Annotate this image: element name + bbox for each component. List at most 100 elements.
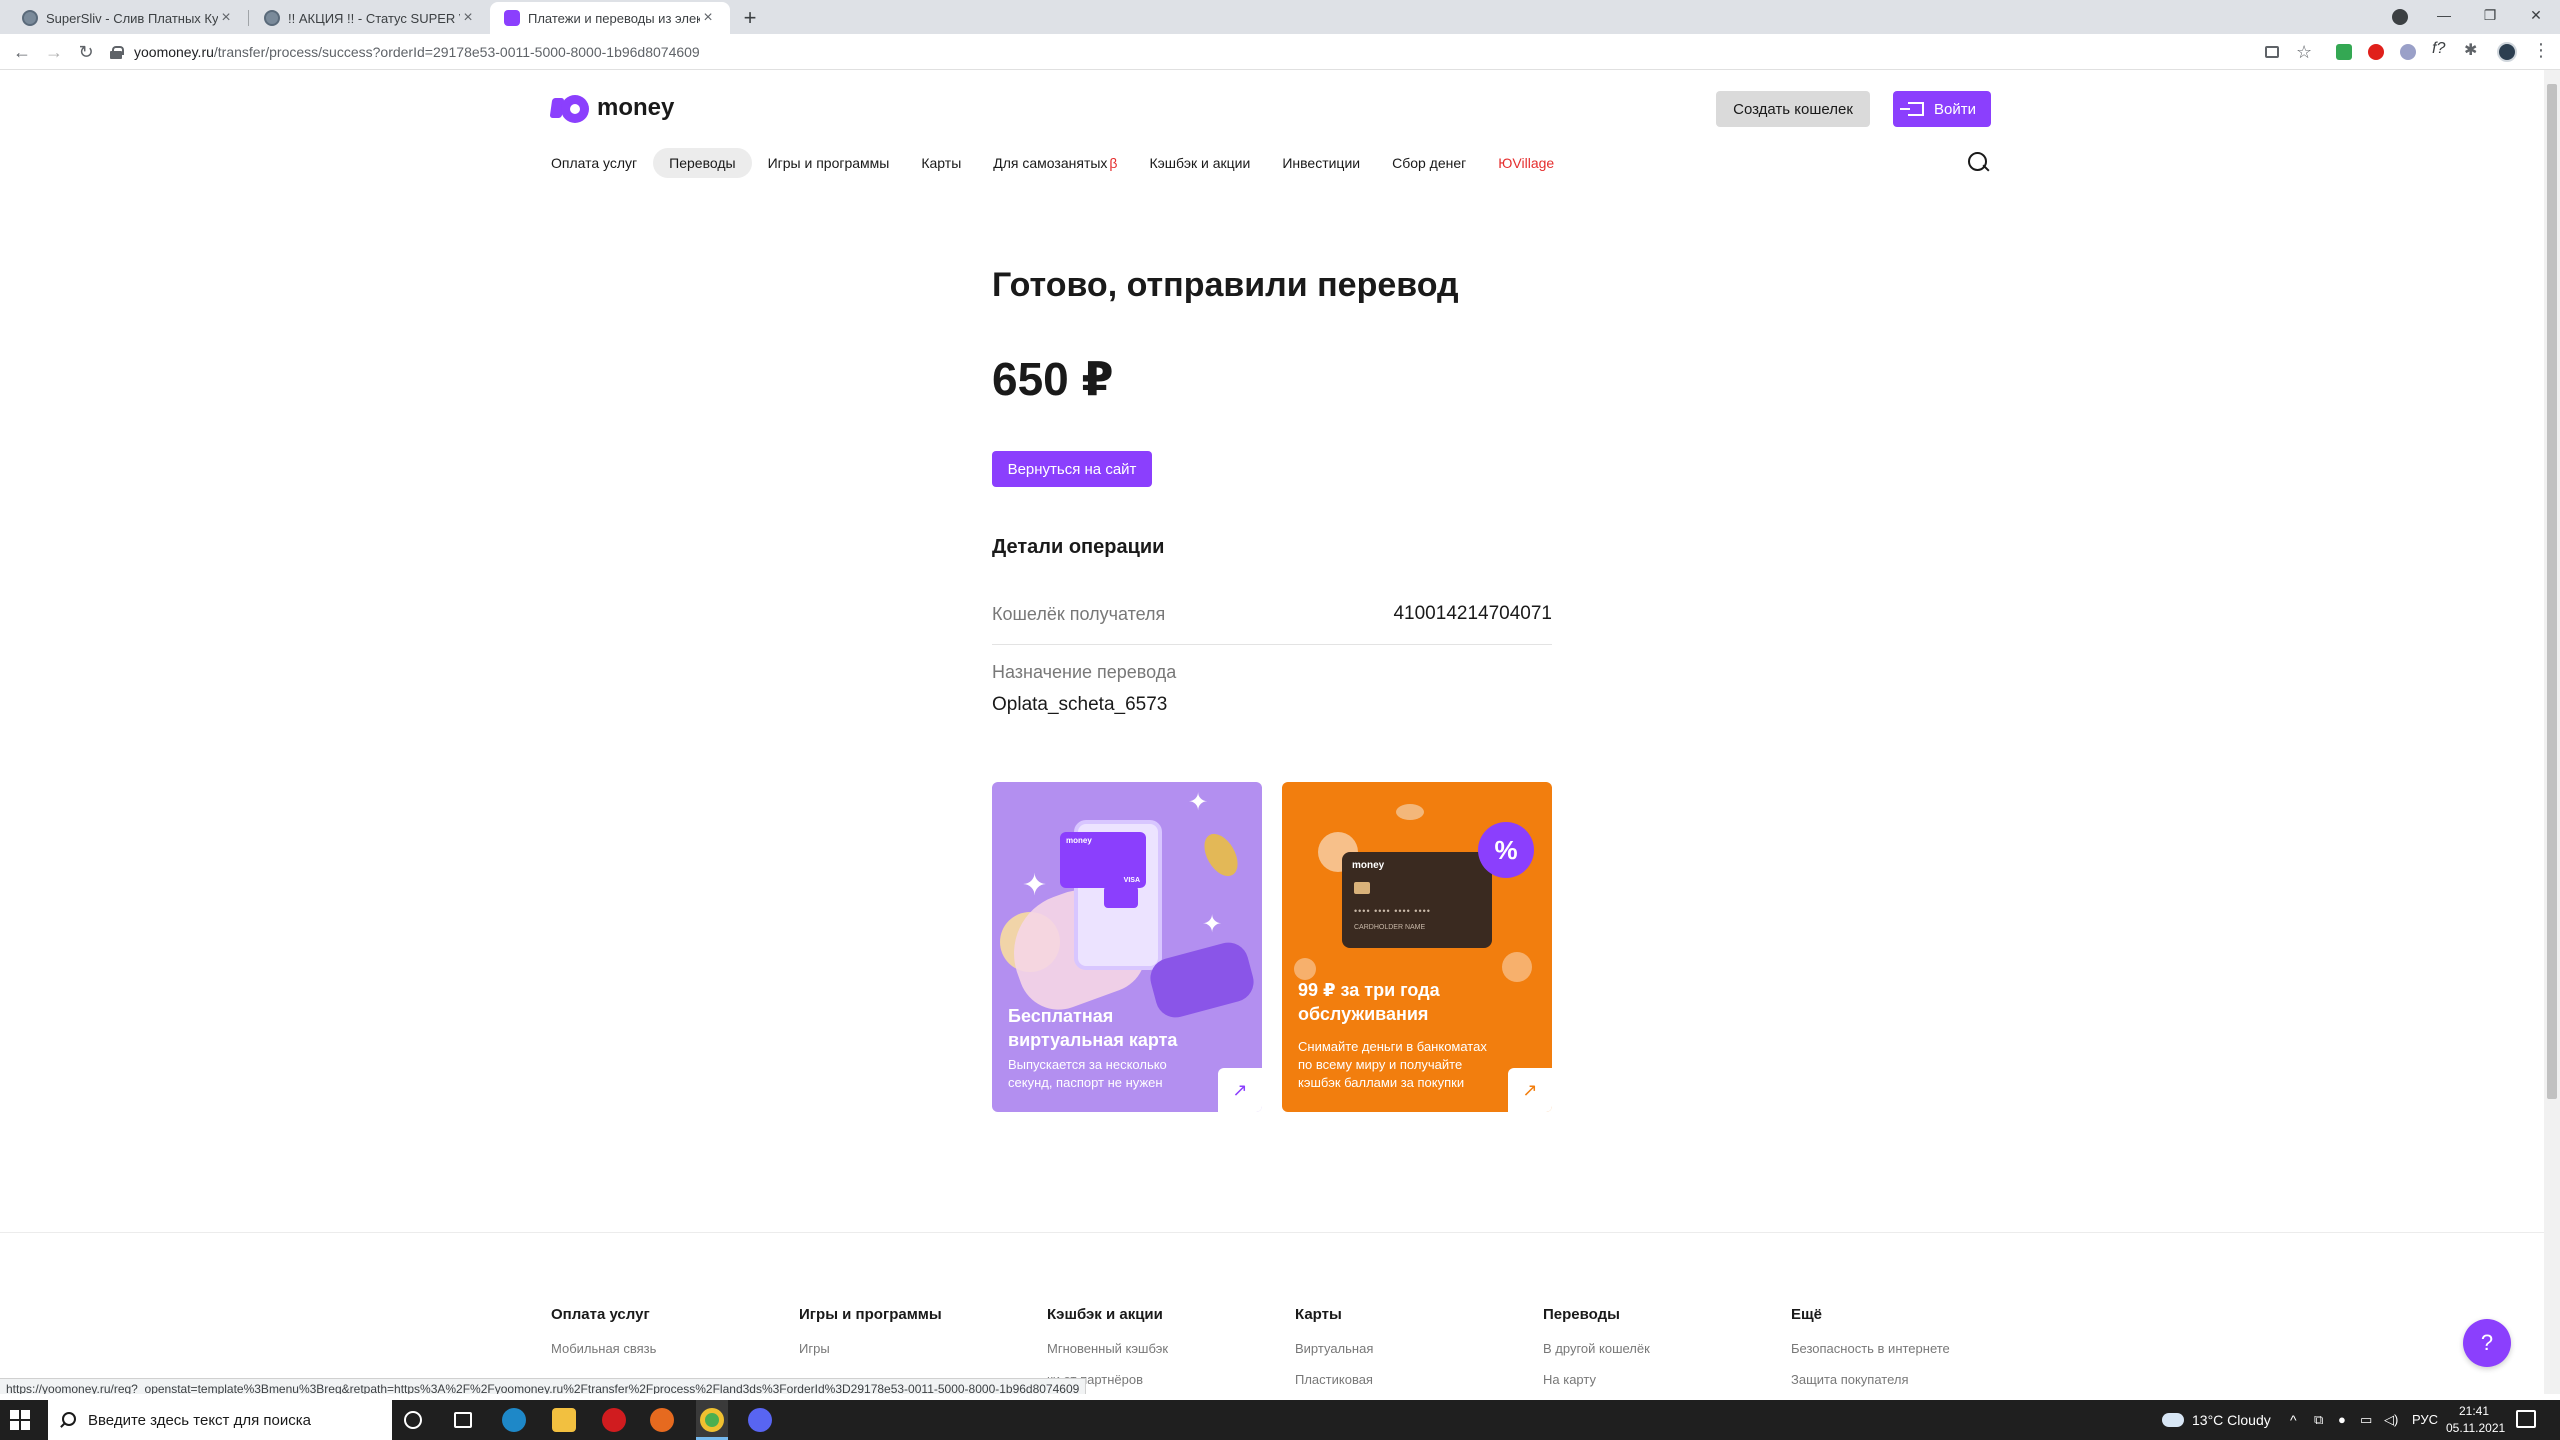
nav-item-payments[interactable]: Оплата услуг [551, 148, 653, 178]
footer-link[interactable]: Виртуальная [1295, 1341, 1373, 1356]
yoomoney-logo[interactable]: money [549, 94, 674, 123]
nav-item-games[interactable]: Игры и программы [752, 148, 906, 178]
forward-arrow-icon[interactable]: → [42, 40, 66, 64]
nav-item-investments[interactable]: Инвестиции [1266, 148, 1376, 178]
nav-item-cards[interactable]: Карты [905, 148, 977, 178]
footer-column: Карты Виртуальная Пластиковая [1295, 1306, 1373, 1387]
login-button[interactable]: Войти [1893, 91, 1991, 127]
nav-item-cashback[interactable]: Кэшбэк и акции [1133, 148, 1266, 178]
profile-avatar[interactable] [2497, 42, 2517, 62]
footer-heading[interactable]: Игры и программы [799, 1306, 942, 1323]
star-icon[interactable]: ☆ [2296, 42, 2312, 62]
windows-start-icon[interactable] [10, 1410, 30, 1430]
display-icon[interactable]: ▭ [2360, 1412, 2372, 1428]
chrome-icon[interactable] [700, 1408, 724, 1432]
footer-heading[interactable]: Карты [1295, 1306, 1373, 1323]
notification-icon[interactable] [2516, 1410, 2536, 1428]
lock-icon [110, 46, 124, 59]
address-bar[interactable]: yoomoney.ru/transfer/process/success?ord… [110, 38, 2310, 66]
nav-item-fundraising[interactable]: Сбор денег [1376, 148, 1482, 178]
globe-icon [22, 10, 38, 26]
task-view-icon[interactable] [454, 1412, 472, 1428]
footer-heading[interactable]: Ещё [1791, 1306, 1950, 1323]
edge-icon[interactable] [502, 1408, 526, 1432]
chevron-up-icon[interactable]: ^ [2290, 1412, 2297, 1428]
arrow-up-right-icon[interactable]: ↗ [1218, 1068, 1262, 1112]
scrollbar-thumb[interactable] [2547, 84, 2557, 1099]
promo-card-virtual[interactable]: money VISA ✦ ✦ ✦ Бесплатная виртуальная к… [992, 782, 1262, 1112]
clock[interactable]: 21:41 05.11.2021 [2446, 1403, 2505, 1437]
browser-tab[interactable]: !! АКЦИЯ !! - Статус SUPER VIP × [250, 2, 490, 34]
promo-card-plastic[interactable]: money •••• •••• •••• •••• CARDHOLDER NAM… [1282, 782, 1552, 1112]
close-tab-icon[interactable]: × [700, 9, 716, 27]
nav-item-self-employed[interactable]: Для самозанятых β [977, 148, 1133, 178]
opera-extension-icon[interactable] [2368, 44, 2384, 60]
close-tab-icon[interactable]: × [460, 9, 476, 27]
footer-column: Игры и программы Игры [799, 1306, 942, 1356]
footer-link[interactable]: Пластиковая [1295, 1372, 1373, 1387]
browser-tab-active[interactable]: Платежи и переводы из электр × [490, 2, 730, 34]
url-path: /transfer/process/success?orderId=29178e… [213, 44, 700, 60]
footer-link[interactable]: Безопасность в интернете [1791, 1341, 1950, 1356]
scrollbar[interactable] [2544, 70, 2560, 1394]
footer-link[interactable]: Игры [799, 1341, 942, 1356]
status-bar-url: https://yoomoney.ru/reg?_openstat=templa… [0, 1378, 1087, 1394]
cortana-icon[interactable] [404, 1411, 422, 1429]
footer-heading[interactable]: Оплата услуг [551, 1306, 656, 1323]
reload-icon[interactable]: ↻ [74, 40, 98, 64]
footer-heading[interactable]: Переводы [1543, 1306, 1650, 1323]
footer-column: Кэшбэк и акции Мгновенный кэшбэк ки от п… [1047, 1306, 1168, 1387]
volume-icon[interactable]: ◁) [2384, 1412, 2398, 1428]
extension-green-icon[interactable] [2336, 44, 2352, 60]
file-explorer-icon[interactable] [552, 1408, 576, 1432]
footer-link[interactable]: В другой кошелёк [1543, 1341, 1650, 1356]
globe-icon [264, 10, 280, 26]
opera-icon[interactable] [602, 1408, 626, 1432]
kebab-menu-icon[interactable]: ⋮ [2532, 40, 2550, 60]
cloud-weather-icon[interactable] [2162, 1413, 2184, 1427]
formula-extension-icon[interactable]: f? [2432, 40, 2448, 57]
help-button[interactable]: ? [2463, 1319, 2511, 1367]
footer-link[interactable]: Мобильная связь [551, 1341, 656, 1356]
browser-tab[interactable]: SuperSliv - Слив Платных Курсов × [8, 2, 248, 34]
card-illustration [1104, 886, 1138, 908]
tab-search-icon[interactable] [2392, 9, 2408, 25]
wallet-value: 410014214704071 [1393, 603, 1552, 624]
purpose-label: Назначение перевода [992, 662, 1177, 682]
arrow-up-right-icon[interactable]: ↗ [1508, 1068, 1552, 1112]
restore-icon[interactable]: ❐ [2468, 0, 2512, 32]
extension-circle-icon[interactable] [2400, 44, 2416, 60]
nav-item-transfers[interactable]: Переводы [653, 148, 752, 178]
new-tab-button[interactable]: + [736, 4, 764, 32]
search-icon[interactable] [1968, 152, 1990, 174]
network-status-icon[interactable]: ⧉ [2314, 1412, 2323, 1428]
language-indicator[interactable]: РУС [2412, 1412, 2438, 1427]
taskbar-search-input[interactable]: Введите здесь текст для поиска [48, 1400, 392, 1440]
purpose-value: Oplata_scheta_6573 [992, 694, 1168, 715]
coin-icon [1502, 952, 1532, 982]
minimize-icon[interactable]: — [2422, 0, 2466, 32]
weather-text[interactable]: 13°C Cloudy [2192, 1412, 2271, 1428]
back-arrow-icon[interactable]: ← [10, 40, 34, 64]
microphone-icon[interactable]: ● [2338, 1412, 2346, 1427]
footer-heading[interactable]: Кэшбэк и акции [1047, 1306, 1168, 1323]
footer-link[interactable]: Защита покупателя [1791, 1372, 1950, 1387]
nav-item-yuvillage[interactable]: ЮVillage [1482, 148, 1570, 178]
nav-item-label: Для самозанятых [993, 155, 1108, 171]
create-wallet-button[interactable]: Создать кошелек [1716, 91, 1870, 127]
promo-subtitle: Выпускается за несколько секунд, паспорт … [1008, 1057, 1167, 1090]
close-tab-icon[interactable]: × [218, 9, 234, 27]
footer-link[interactable]: На карту [1543, 1372, 1650, 1387]
promo-title: Бесплатная виртуальная карта [1008, 1006, 1178, 1050]
cast-icon[interactable] [2265, 46, 2279, 58]
footer-link[interactable]: Мгновенный кэшбэк [1047, 1341, 1168, 1356]
discord-icon[interactable] [748, 1408, 772, 1432]
promo-title: 99 ₽ за три года обслуживания [1298, 980, 1440, 1024]
yoomoney-favicon-icon [504, 10, 520, 26]
close-window-icon[interactable]: ✕ [2514, 0, 2558, 32]
browser-toolbar: ← → ↻ yoomoney.ru/transfer/process/succe… [0, 34, 2560, 70]
back-to-site-button[interactable]: Вернуться на сайт [992, 451, 1152, 487]
puzzle-icon[interactable]: ✱ [2464, 40, 2480, 59]
firefox-icon[interactable] [650, 1408, 674, 1432]
percent-badge: % [1478, 822, 1534, 878]
